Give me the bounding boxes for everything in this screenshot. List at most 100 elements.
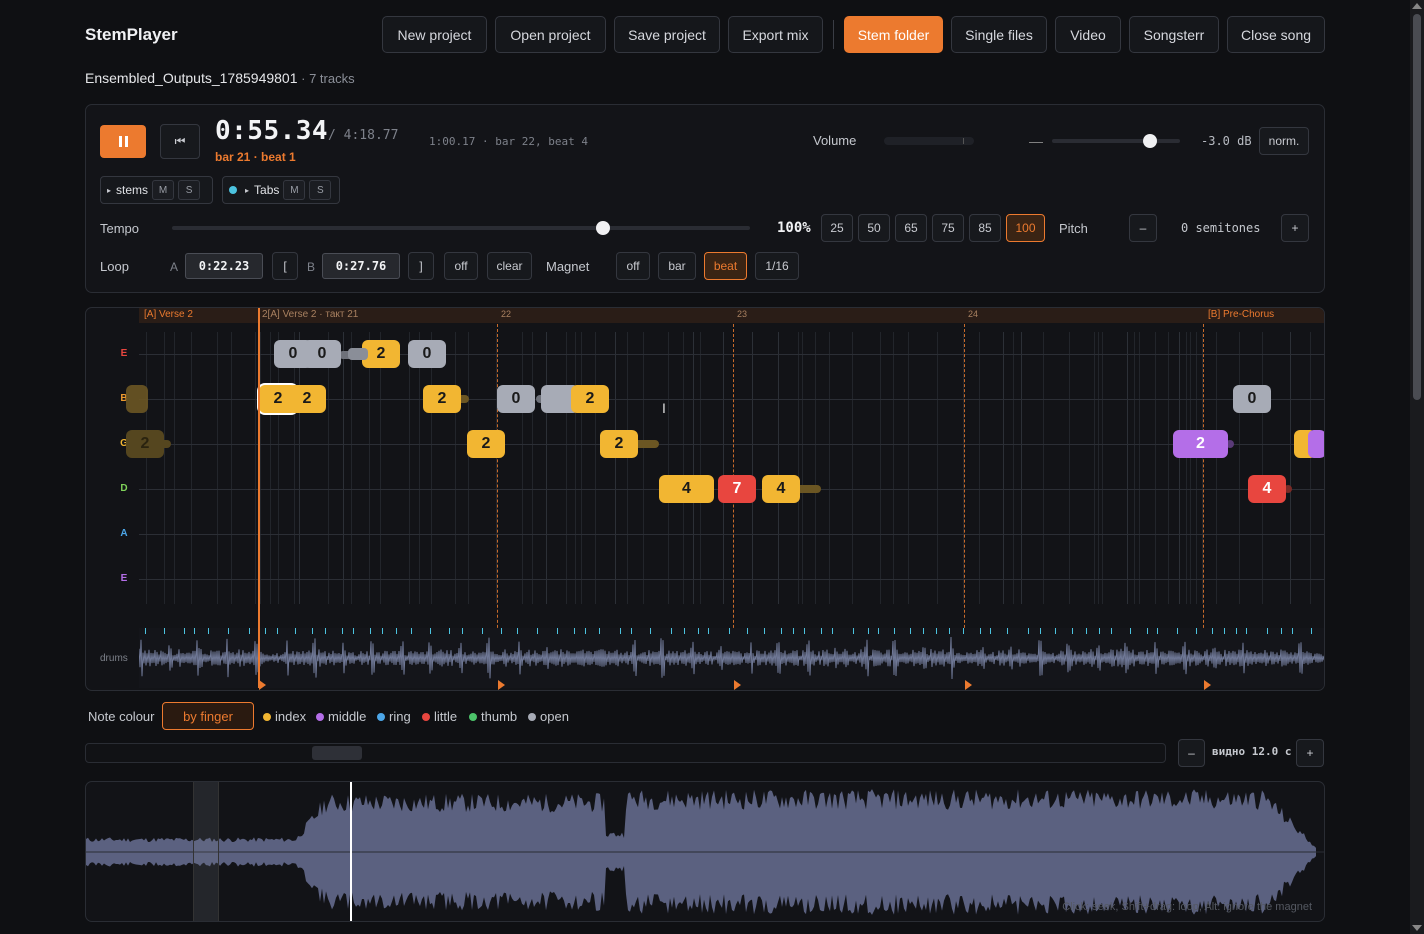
scroll-up-icon[interactable] <box>1412 3 1422 9</box>
songsterr-button[interactable]: Songsterr <box>1129 16 1219 53</box>
tempo-preset-85[interactable]: 85 <box>969 214 1001 242</box>
beat-grid-line <box>1310 332 1311 604</box>
legend-label: index <box>275 709 307 724</box>
beat-grid-line <box>595 332 596 604</box>
bar-marker[interactable] <box>965 680 972 690</box>
pitch-minus-button[interactable]: – <box>1129 214 1157 242</box>
pitch-plus-button[interactable]: + <box>1281 214 1309 242</box>
video-button[interactable]: Video <box>1055 16 1121 53</box>
onset-tick <box>1292 628 1293 634</box>
tab-note[interactable]: 2 <box>467 430 505 458</box>
string-label-e-high: E <box>120 348 128 359</box>
tab-note[interactable]: 0 <box>1233 385 1271 413</box>
export-mix-button[interactable]: Export mix <box>728 16 823 53</box>
stems-mute-button[interactable]: M <box>152 180 175 200</box>
tab-note[interactable]: 0 <box>497 385 535 413</box>
loop-b-set-button[interactable]: ] <box>408 252 434 280</box>
tempo-preset-75[interactable]: 75 <box>932 214 964 242</box>
tab-note[interactable]: 2 <box>571 385 609 413</box>
scroll-down-icon[interactable] <box>1412 925 1422 931</box>
zoom-in-button[interactable]: + <box>1296 739 1324 767</box>
tab-note[interactable] <box>1308 430 1324 458</box>
bar-marker[interactable] <box>734 680 741 690</box>
tempo-preset-100[interactable]: 100 <box>1006 214 1045 242</box>
tempo-preset-25[interactable]: 25 <box>821 214 853 242</box>
onset-tick <box>462 628 463 634</box>
tab-note[interactable]: 2 <box>1173 430 1228 458</box>
tempo-preset-50[interactable]: 50 <box>858 214 890 242</box>
bar-marker[interactable] <box>498 680 505 690</box>
onset-tick <box>1281 628 1282 634</box>
playhead[interactable] <box>258 308 260 688</box>
stems-group[interactable]: ▸ stems M S <box>100 176 213 204</box>
tab-note[interactable]: 0 <box>408 340 446 368</box>
overview-viewport[interactable] <box>193 782 219 921</box>
tabs-solo-button[interactable]: S <box>309 180 332 200</box>
drums-waveform[interactable] <box>138 628 1324 688</box>
pause-button[interactable] <box>100 125 146 158</box>
tempo-slider-knob[interactable] <box>596 221 610 235</box>
tab-note[interactable]: 2 <box>423 385 461 413</box>
volume-slider[interactable] <box>1052 134 1180 148</box>
tab-note[interactable] <box>126 385 148 413</box>
tempo-preset-65[interactable]: 65 <box>895 214 927 242</box>
tab-note[interactable]: 4 <box>762 475 800 503</box>
onset-tick <box>1267 628 1268 634</box>
stem-folder-button[interactable]: Stem folder <box>844 16 943 53</box>
zoom-out-button[interactable]: – <box>1178 739 1205 767</box>
beat-grid-line <box>615 332 616 604</box>
colour-mode-button[interactable]: by finger <box>162 702 254 730</box>
normalize-button[interactable]: norm. <box>1259 127 1309 155</box>
beat-grid-line <box>852 332 853 604</box>
tab-note[interactable]: 7 <box>718 475 756 503</box>
page-scrollbar[interactable] <box>1410 0 1424 934</box>
bar-marker[interactable] <box>259 680 266 690</box>
stems-solo-button[interactable]: S <box>178 180 201 200</box>
tabs-group[interactable]: ▸ Tabs M S <box>222 176 340 204</box>
tab-note[interactable]: 2 <box>126 430 164 458</box>
loop-off-button[interactable]: off <box>444 252 478 280</box>
onset-tick <box>430 628 431 634</box>
tempo-slider[interactable] <box>172 221 750 235</box>
timeline-scroll-thumb[interactable] <box>312 746 362 760</box>
onset-tick <box>599 628 600 634</box>
onset-tick <box>949 628 950 634</box>
loop-b-field[interactable]: 0:27.76 <box>322 253 400 279</box>
tab-note[interactable]: 2 <box>288 385 326 413</box>
open-project-button[interactable]: Open project <box>495 16 606 53</box>
overview-waveform[interactable]: Click: seek, Shift+drag: loop, Alt: igno… <box>85 781 1325 922</box>
tab-view[interactable]: [A] Verse 2 2[A] Verse 2 · такт 21 [B] P… <box>85 307 1325 691</box>
current-time: 0:55.34 <box>215 116 329 146</box>
beat-grid-line <box>1069 332 1070 604</box>
overview-playhead[interactable] <box>350 782 352 921</box>
bar-marker[interactable] <box>1204 680 1211 690</box>
tab-note[interactable]: 2 <box>600 430 638 458</box>
rewind-button[interactable]: ⏮ <box>160 124 200 159</box>
save-project-button[interactable]: Save project <box>614 16 720 53</box>
magnet-off-button[interactable]: off <box>616 252 650 280</box>
magnet-beat-button[interactable]: beat <box>704 252 747 280</box>
tab-note[interactable]: 0 <box>303 340 341 368</box>
loop-a-set-button[interactable]: [ <box>272 252 298 280</box>
loop-clear-button[interactable]: clear <box>487 252 532 280</box>
tab-note[interactable]: 4 <box>1248 475 1286 503</box>
magnet-bar-button[interactable]: bar <box>658 252 696 280</box>
volume-slider-knob[interactable] <box>1143 134 1157 148</box>
onset-tick <box>963 628 964 634</box>
new-project-button[interactable]: New project <box>382 16 487 53</box>
tabs-mute-button[interactable]: M <box>283 180 306 200</box>
beat-grid-line <box>1098 332 1099 604</box>
tab-note[interactable]: 4 <box>659 475 714 503</box>
beat-grid-line <box>522 332 523 604</box>
onset-tick <box>910 628 911 634</box>
close-song-button[interactable]: Close song <box>1227 16 1325 53</box>
volume-meter <box>884 137 974 145</box>
magnet-sixteenth-button[interactable]: 1/16 <box>755 252 799 280</box>
loop-a-field[interactable]: 0:22.23 <box>185 253 263 279</box>
beat-grid-line <box>1216 332 1217 604</box>
page-scroll-thumb[interactable] <box>1413 14 1421 400</box>
beat-grid-line <box>908 332 909 604</box>
onset-tick <box>894 628 895 634</box>
single-files-button[interactable]: Single files <box>951 16 1047 53</box>
timeline-scrollbar[interactable] <box>85 743 1166 763</box>
